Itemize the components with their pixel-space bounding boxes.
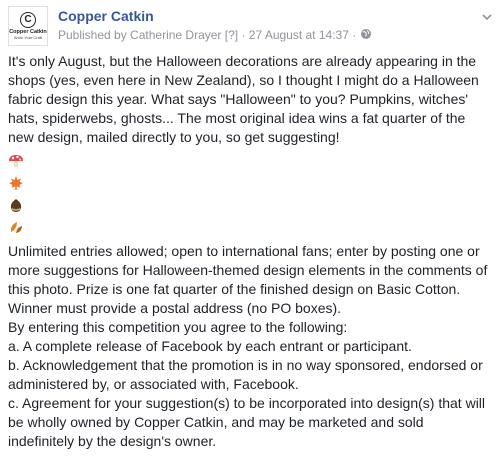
globe-icon [360,28,372,42]
meta-separator: · [241,28,246,42]
rules-item-a: a. A complete release of Facebook by eac… [8,338,412,354]
page-name-link[interactable]: Copper Catkin [58,8,154,24]
help-link[interactable]: [?] [225,28,238,42]
rules-paragraph: Unlimited entries allowed; open to inter… [8,243,488,316]
post-intro-text: It's only August, but the Halloween deco… [8,53,479,145]
post-options-chevron-icon[interactable] [480,10,494,24]
competition-rules: Unlimited entries allowed; open to inter… [8,242,492,451]
fallen-leaf-icon [8,216,492,238]
post-meta: Published by Catherine Drayer [?] · 27 A… [58,28,372,42]
logo-tagline: Work Your Craft [13,35,43,41]
mushroom-icon [8,150,492,172]
timestamp-link[interactable]: 27 August at 14:37 [249,28,349,42]
post-body: It's only August, but the Halloween deco… [8,52,492,451]
page-avatar[interactable]: C Copper Catkin Work Your Craft [8,6,48,46]
published-by: Published by Catherine Drayer [58,28,222,42]
post-header: C Copper Catkin Work Your Craft Copper C… [8,6,494,46]
chestnut-icon [8,194,492,216]
rules-item-b: b. Acknowledgement that the promotion is… [8,357,483,392]
rules-item-c: c. Agreement for your suggestion(s) to b… [8,395,486,449]
logo-icon: C [20,11,36,28]
facebook-post: C Copper Catkin Work Your Craft Copper C… [0,0,498,476]
rules-agreement-intro: By entering this competition you agree t… [8,319,348,335]
maple-leaf-icon [8,172,492,194]
meta-separator-2: · [352,28,357,42]
